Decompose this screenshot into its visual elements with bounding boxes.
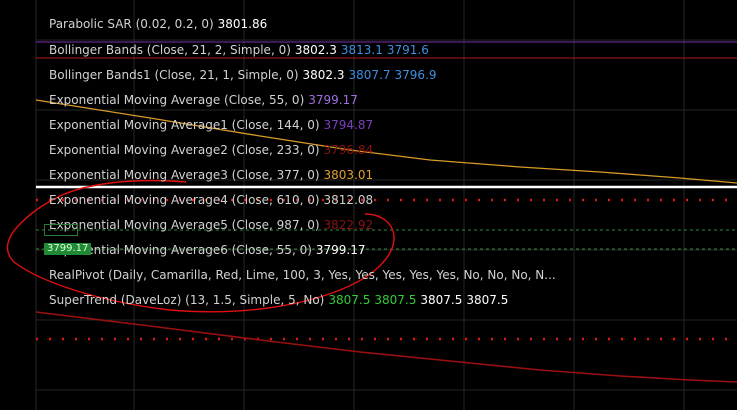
- legend-value: 3807.7: [348, 68, 391, 82]
- legend-value: 3796.84: [323, 143, 374, 157]
- legend-label: Bollinger Bands1 (Close, 21, 1, Simple, …: [49, 68, 299, 82]
- legend-row-parabolic-sar[interactable]: Parabolic SAR (0.02, 0.2, 0) 3801.86: [49, 17, 267, 31]
- legend-row-ema[interactable]: Exponential Moving Average (Close, 55, 0…: [49, 93, 358, 107]
- legend-label: Exponential Moving Average3 (Close, 377,…: [49, 168, 320, 182]
- legend-value: 3822.92: [323, 218, 374, 232]
- legend-row-ema1[interactable]: Exponential Moving Average1 (Close, 144,…: [49, 118, 373, 132]
- legend-row-ema2[interactable]: Exponential Moving Average2 (Close, 233,…: [49, 143, 373, 157]
- supertrend-line: [35, 311, 737, 383]
- legend-value: 3794.87: [323, 118, 374, 132]
- legend-value: 3796.9: [394, 68, 437, 82]
- legend-value: 3807.5: [420, 293, 463, 307]
- legend-label: SuperTrend (DaveLoz) (13, 1.5, Simple, 5…: [49, 293, 325, 307]
- legend-value: 3801.86: [217, 17, 268, 31]
- legend-row-ema6[interactable]: Exponential Moving Average6 (Close, 55, …: [49, 243, 366, 257]
- legend-value: 3791.6: [386, 43, 429, 57]
- legend-row-supertrend[interactable]: SuperTrend (DaveLoz) (13, 1.5, Simple, 5…: [49, 293, 508, 307]
- legend-value: 3799.17: [308, 93, 358, 107]
- legend-value: 3802.3: [294, 43, 337, 57]
- legend-label: Parabolic SAR (0.02, 0.2, 0): [49, 17, 214, 31]
- legend-label: Exponential Moving Average (Close, 55, 0…: [49, 93, 305, 107]
- legend-value: 3807.5: [328, 293, 371, 307]
- legend-value: 3807.5: [374, 293, 417, 307]
- legend-label: Exponential Moving Average4 (Close, 610,…: [49, 193, 320, 207]
- legend-value: 3813.1: [340, 43, 383, 57]
- legend-value: 3812.08: [323, 193, 374, 207]
- legend-label: Bollinger Bands (Close, 21, 2, Simple, 0…: [49, 43, 291, 57]
- legend-value: 3799.17: [315, 243, 366, 257]
- legend-label: Exponential Moving Average5 (Close, 987,…: [49, 218, 320, 232]
- legend-row-ema5[interactable]: Exponential Moving Average5 (Close, 987,…: [49, 218, 373, 232]
- legend-label: RealPivot (Daily, Camarilla, Red, Lime, …: [49, 268, 556, 282]
- legend-label: Exponential Moving Average1 (Close, 144,…: [49, 118, 320, 132]
- legend-row-bollinger-bands1[interactable]: Bollinger Bands1 (Close, 21, 1, Simple, …: [49, 68, 437, 82]
- legend-value: 3803.01: [323, 168, 374, 182]
- legend-row-realpivot[interactable]: RealPivot (Daily, Camarilla, Red, Lime, …: [49, 268, 556, 282]
- legend-value: 3802.3: [302, 68, 345, 82]
- legend-row-bollinger-bands[interactable]: Bollinger Bands (Close, 21, 2, Simple, 0…: [49, 43, 429, 57]
- legend-value: 3807.5: [466, 293, 509, 307]
- pivot-marker-outline: [44, 224, 78, 236]
- price-tag: 3799.17: [44, 243, 92, 255]
- legend-label: Exponential Moving Average2 (Close, 233,…: [49, 143, 320, 157]
- legend-row-ema4[interactable]: Exponential Moving Average4 (Close, 610,…: [49, 193, 373, 207]
- legend-row-ema3[interactable]: Exponential Moving Average3 (Close, 377,…: [49, 168, 373, 182]
